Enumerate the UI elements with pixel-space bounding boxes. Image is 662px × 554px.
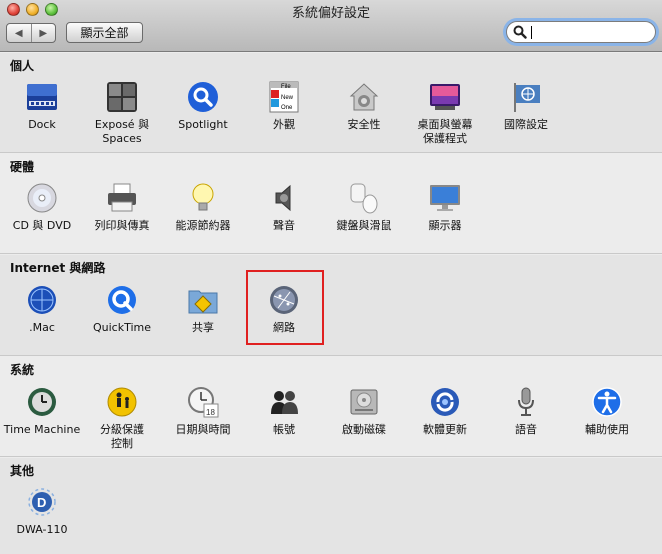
pane-label: 國際設定 xyxy=(504,118,548,131)
speaker-icon xyxy=(275,184,291,212)
pane-label: 安全性 xyxy=(347,118,381,131)
pane-label: 聲音 xyxy=(273,219,295,232)
parental-controls-icon xyxy=(107,387,137,417)
printer-icon xyxy=(108,183,136,212)
pane-label: 軟體更新 xyxy=(423,423,467,436)
sharing-folder-icon xyxy=(188,290,218,314)
section-system: 系統 Time Machine 分級保護 控制 18 日期與時間 帳號 啟動磁碟… xyxy=(0,357,662,457)
desktop-icon xyxy=(430,84,460,110)
mouse-icon xyxy=(350,183,378,214)
highlight-box xyxy=(246,270,324,345)
section-title: 個人 xyxy=(10,59,35,73)
software-update-icon xyxy=(431,388,459,416)
pane-label: 桌面與螢幕 保護程式 xyxy=(417,118,473,145)
section-hardware: 硬體 CD 與 DVD 列印與傳真 能源節約器 聲音 鍵盤與滑鼠 顯示器 xyxy=(0,154,662,254)
section-internet-network: Internet 與網路 .Mac QuickTime 共享 網路 xyxy=(0,255,662,356)
security-house-icon xyxy=(349,83,379,111)
search-icon xyxy=(513,25,527,39)
pane-label: 帳號 xyxy=(273,423,295,436)
appearance-icon: File New One xyxy=(269,81,299,113)
section-other: 其他 D DWA-110 xyxy=(0,458,662,554)
display-icon xyxy=(430,185,460,211)
accounts-icon xyxy=(271,391,298,414)
pane-label: 日期與時間 xyxy=(175,423,231,436)
forward-button[interactable]: ▶ xyxy=(32,24,56,42)
preferences-window: 系統偏好設定 ◀ ▶ 顯示全部 個人 Dock Exposé 與 Spaces … xyxy=(0,0,662,554)
section-personal: 個人 Dock Exposé 與 Spaces Spotlight File N… xyxy=(0,53,662,153)
pane-label: CD 與 DVD xyxy=(12,219,72,232)
dlink-icon: D xyxy=(28,488,56,516)
svg-text:File: File xyxy=(281,84,291,90)
pane-label: Spotlight xyxy=(178,118,228,131)
dock-icon xyxy=(27,84,57,110)
expose-icon xyxy=(107,82,137,112)
pane-label: Exposé 與 Spaces xyxy=(94,118,150,145)
pane-label: 分級保護 控制 xyxy=(100,423,144,450)
hard-disk-icon xyxy=(350,389,378,415)
lightbulb-icon xyxy=(192,183,214,211)
svg-text:D: D xyxy=(37,495,46,510)
un-flag-icon xyxy=(514,83,540,112)
back-button[interactable]: ◀ xyxy=(7,24,32,42)
clock-calendar-icon: 18 xyxy=(188,387,219,418)
text-caret xyxy=(531,26,532,39)
pane-label: 外觀 xyxy=(273,118,295,131)
section-title: Internet 與網路 xyxy=(10,261,106,275)
pane-label: 鍵盤與滑鼠 xyxy=(336,219,392,232)
svg-text:New: New xyxy=(281,95,294,101)
pane-label: DWA-110 xyxy=(16,523,68,536)
pane-label: 顯示器 xyxy=(428,219,462,232)
cd-icon xyxy=(27,183,57,213)
pane-label: .Mac xyxy=(29,321,55,334)
pane-label: 能源節約器 xyxy=(175,219,231,232)
section-title: 硬體 xyxy=(10,160,35,174)
quicktime-icon xyxy=(108,286,136,314)
nav-segment: ◀ ▶ xyxy=(6,23,56,43)
time-machine-icon xyxy=(28,388,56,416)
pane-label: 列印與傳真 xyxy=(94,219,150,232)
search-field[interactable] xyxy=(506,21,656,43)
window-title: 系統偏好設定 xyxy=(291,5,370,20)
pane-label: 語音 xyxy=(515,423,537,436)
universal-access-icon xyxy=(592,387,622,417)
svg-text:18: 18 xyxy=(206,408,215,417)
svg-text:One: One xyxy=(281,105,293,111)
pane-label: 啟動磁碟 xyxy=(342,423,386,436)
spotlight-icon xyxy=(188,82,218,112)
search-input[interactable] xyxy=(529,24,649,40)
pane-label: 共享 xyxy=(192,321,214,334)
pane-label: Dock xyxy=(28,118,56,131)
pane-label: Time Machine xyxy=(3,423,81,436)
section-title: 系統 xyxy=(10,363,35,377)
microphone-icon xyxy=(518,387,534,416)
show-all-button[interactable]: 顯示全部 xyxy=(66,22,143,43)
pane-label: QuickTime xyxy=(92,321,152,334)
pane-label: 輔助使用 xyxy=(585,423,629,436)
section-title: 其他 xyxy=(10,464,35,478)
titlebar: 系統偏好設定 ◀ ▶ 顯示全部 xyxy=(0,0,662,52)
globe-icon xyxy=(28,286,56,314)
